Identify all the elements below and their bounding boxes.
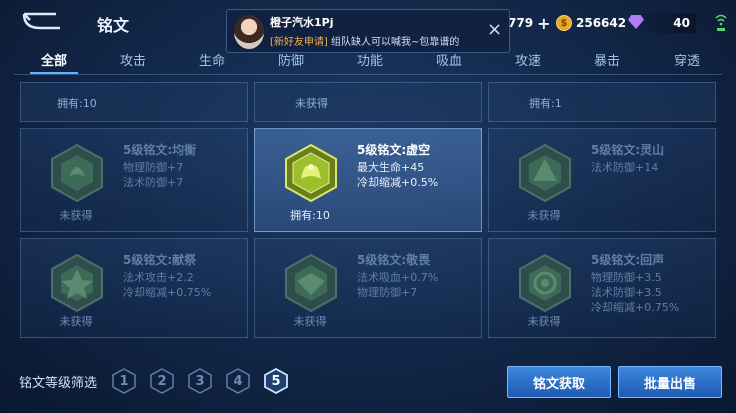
level-number: 1 xyxy=(119,373,129,389)
rune-name: 5级铭文:灵山 xyxy=(591,143,665,157)
rune-card-awe[interactable]: 5级铭文:敬畏 法术吸血+0.7% 物理防御+7 未获得 xyxy=(254,238,482,338)
gold-coins: $ 256642 xyxy=(556,13,626,33)
diamond-value: 40 xyxy=(673,16,690,30)
rune-emblem-icon xyxy=(51,143,103,203)
rune-emblem-icon xyxy=(519,253,571,313)
level-filter-1[interactable]: 1 xyxy=(112,368,136,394)
avatar xyxy=(234,15,264,49)
rune-emblem-icon xyxy=(285,143,337,203)
rune-stat: 物理防御+7 xyxy=(123,161,184,174)
rune-owned-count: 拥有:10 xyxy=(290,209,330,222)
rune-owned-count: 未获得 xyxy=(295,97,328,110)
tab-health[interactable]: 生命 xyxy=(199,50,225,69)
tab-crit[interactable]: 暴击 xyxy=(594,50,620,69)
coin-icon: $ xyxy=(556,15,572,31)
gold-value: 256642 xyxy=(576,16,627,30)
currency-a-value: 779 xyxy=(508,16,534,30)
back-arrow-icon[interactable] xyxy=(20,10,62,34)
rune-card-void[interactable]: 5级铭文:虚空 最大生命+45 冷却缩减+0.5% 拥有:10 xyxy=(254,128,482,232)
rune-emblem-icon xyxy=(519,143,571,203)
rune-status: 未获得 xyxy=(527,209,561,222)
rune-name: 5级铭文:虚空 xyxy=(357,143,431,157)
rune-stat: 物理防御+3.5 xyxy=(591,271,662,284)
tab-all[interactable]: 全部 xyxy=(41,50,67,69)
rune-card-echo[interactable]: 5级铭文:回声 物理防御+3.5 法术防御+3.5 冷却缩减+0.75% 未获得 xyxy=(488,238,716,338)
tab-attack[interactable]: 攻击 xyxy=(120,50,146,69)
rune-card-spirit-mountain[interactable]: 5级铭文:灵山 法术防御+14 未获得 xyxy=(488,128,716,232)
rune-stat: 冷却缩减+0.75% xyxy=(591,301,680,314)
level-number: 2 xyxy=(157,373,167,389)
level-filter-4[interactable]: 4 xyxy=(226,368,250,394)
diamonds: 40 xyxy=(628,13,696,33)
rune-emblem-icon xyxy=(51,253,103,313)
rune-status: 未获得 xyxy=(293,315,327,328)
diamond-icon xyxy=(628,15,644,29)
rune-owned-count: 拥有:1 xyxy=(529,97,562,110)
page-title: 铭文 xyxy=(97,16,130,35)
level-filter-5[interactable]: 5 xyxy=(264,368,288,394)
tabs-divider xyxy=(14,74,722,75)
rune-stat: 冷却缩减+0.5% xyxy=(357,176,439,189)
rune-card-top-1[interactable]: 拥有:10 xyxy=(20,82,248,122)
rune-card-top-2[interactable]: 未获得 xyxy=(254,82,482,122)
friend-request-notification[interactable]: 橙子汽水1Pj [新好友申请] 组队缺人可以喊我~包靠谱的 × xyxy=(226,9,510,53)
bulk-sell-button[interactable]: 批量出售 xyxy=(618,366,722,398)
notification-tag: [新好友申请] xyxy=(270,37,328,48)
rune-status: 未获得 xyxy=(527,315,561,328)
level-filter-2[interactable]: 2 xyxy=(150,368,174,394)
rune-stat: 法术吸血+0.7% xyxy=(357,271,439,284)
rune-status: 未获得 xyxy=(59,315,93,328)
rune-stat: 物理防御+7 xyxy=(357,286,418,299)
rune-card-top-3[interactable]: 拥有:1 xyxy=(488,82,716,122)
rune-stat: 法术防御+14 xyxy=(591,161,659,174)
rune-name: 5级铭文:献祭 xyxy=(123,253,197,267)
friend-name: 橙子汽水1Pj xyxy=(270,16,334,29)
rune-owned-count: 拥有:10 xyxy=(57,97,97,110)
rune-name: 5级铭文:回声 xyxy=(591,253,665,267)
wifi-icon xyxy=(715,14,727,31)
notification-message: [新好友申请] 组队缺人可以喊我~包靠谱的 xyxy=(270,33,459,48)
currency-a: 779 + xyxy=(508,13,550,33)
rune-name: 5级铭文:均衡 xyxy=(123,143,197,157)
add-currency-icon[interactable]: + xyxy=(537,14,550,33)
tab-penetration[interactable]: 穿透 xyxy=(674,50,700,69)
level-number: 5 xyxy=(271,373,281,389)
rune-stat: 法术防御+7 xyxy=(123,176,184,189)
level-filter-3[interactable]: 3 xyxy=(188,368,212,394)
close-icon[interactable]: × xyxy=(487,21,502,39)
level-filter-label: 铭文等级筛选 xyxy=(19,376,98,391)
level-number: 4 xyxy=(233,373,243,389)
rune-stat: 冷却缩减+0.75% xyxy=(123,286,212,299)
tab-attack-speed[interactable]: 攻速 xyxy=(515,50,541,69)
rune-card-balance[interactable]: 5级铭文:均衡 物理防御+7 法术防御+7 未获得 xyxy=(20,128,248,232)
rune-stat: 法术攻击+2.2 xyxy=(123,271,194,284)
rune-emblem-icon xyxy=(285,253,337,313)
rune-acquire-button[interactable]: 铭文获取 xyxy=(507,366,611,398)
rune-stat: 法术防御+3.5 xyxy=(591,286,662,299)
rune-stat: 最大生命+45 xyxy=(357,161,425,174)
rune-status: 未获得 xyxy=(59,209,93,222)
rune-name: 5级铭文:敬畏 xyxy=(357,253,431,267)
level-number: 3 xyxy=(195,373,205,389)
notification-text: 组队缺人可以喊我~包靠谱的 xyxy=(331,37,460,48)
rune-card-sacrifice[interactable]: 5级铭文:献祭 法术攻击+2.2 冷却缩减+0.75% 未获得 xyxy=(20,238,248,338)
